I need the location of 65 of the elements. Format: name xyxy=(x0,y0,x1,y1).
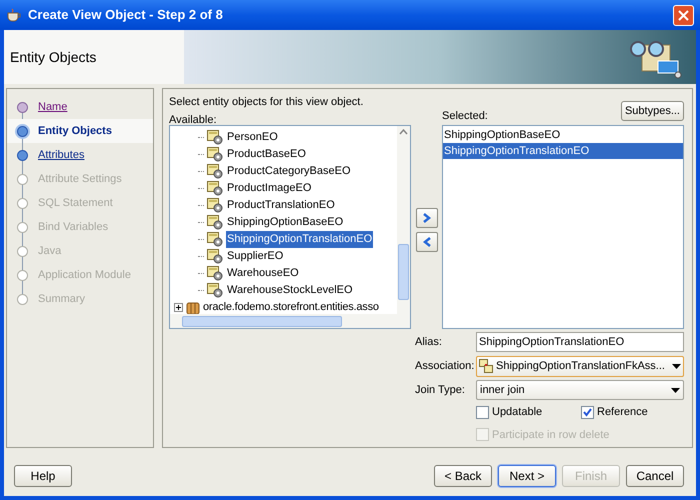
join-type-dropdown[interactable]: inner join xyxy=(476,380,684,400)
entity-gear-icon xyxy=(207,147,223,162)
tree-item[interactable]: ProductTranslationEO xyxy=(226,197,336,214)
instructions-text: Select entity objects for this view object. xyxy=(169,95,364,109)
expand-icon[interactable] xyxy=(174,303,183,312)
entity-gear-icon xyxy=(207,266,223,281)
entity-gear-icon xyxy=(207,164,223,179)
entity-gear-icon xyxy=(207,232,223,247)
move-right-button[interactable] xyxy=(416,208,438,228)
association-icon xyxy=(479,359,494,373)
step-link[interactable]: Attributes xyxy=(38,146,84,164)
tree-item[interactable]: WarehouseEO xyxy=(226,265,300,282)
entity-gear-icon xyxy=(207,215,223,230)
move-left-button[interactable] xyxy=(416,232,438,252)
dialog-button[interactable]: < Back xyxy=(434,465,492,487)
list-item[interactable]: ShippingOptionBaseEO xyxy=(443,127,683,143)
entity-gear-icon xyxy=(207,181,223,196)
available-label: Available: xyxy=(169,113,218,125)
tree-item[interactable]: ProductBaseEO xyxy=(226,146,307,163)
alias-label: Alias: xyxy=(415,334,443,350)
dropdown-value: inner join xyxy=(480,382,526,398)
entity-gear-icon xyxy=(207,130,223,145)
chevron-left-icon xyxy=(422,237,432,247)
selected-list[interactable]: ShippingOptionBaseEO ShippingOptionTranslationEO xyxy=(442,125,684,329)
alias-field[interactable]: ShippingOptionTranslationEO xyxy=(476,332,684,352)
chevron-right-icon xyxy=(422,213,432,223)
tree-item[interactable]: ShippingOptionBaseEO xyxy=(226,214,344,231)
dialog-button[interactable]: Help xyxy=(14,465,72,487)
association-dropdown[interactable]: ShippingOptionTranslationFkAss... xyxy=(476,356,684,376)
vertical-scrollbar[interactable] xyxy=(397,126,410,314)
package-icon xyxy=(186,300,200,314)
tree-item[interactable]: SupplierEO xyxy=(226,248,284,265)
dropdown-arrow-icon xyxy=(672,364,681,368)
entity-gear-icon xyxy=(207,249,223,264)
dialog-button[interactable]: Next > xyxy=(498,465,556,487)
entity-gear-icon xyxy=(207,198,223,213)
close-button[interactable] xyxy=(673,4,694,26)
available-tree[interactable] xyxy=(169,125,411,329)
checkbox-label: Participate in row delete xyxy=(492,428,610,442)
tree-item[interactable]: oracle.fodemo.storefront.entities.asso xyxy=(203,299,379,314)
list-item[interactable]: ShippingOptionTranslationEO xyxy=(443,143,683,159)
tree-item[interactable]: WarehouseStockLevelEO xyxy=(226,282,354,299)
coffee-cup-icon xyxy=(6,8,22,22)
scroll-up-icon[interactable] xyxy=(399,129,408,135)
step-link[interactable]: Name xyxy=(38,98,68,116)
checkbox[interactable] xyxy=(581,406,594,419)
selected-label: Selected: xyxy=(442,108,488,124)
dialog-button[interactable]: Cancel xyxy=(626,465,684,487)
page-heading: Entity Objects xyxy=(10,48,96,67)
join-type-label: Join Type: xyxy=(415,382,466,398)
checkbox-label: Reference xyxy=(597,405,648,420)
tree-item[interactable]: ShippingOptionTranslationEO xyxy=(226,231,374,248)
close-icon xyxy=(678,10,689,20)
tree-item[interactable]: PersonEO xyxy=(226,129,279,146)
tree-item[interactable]: ProductCategoryBaseEO xyxy=(226,163,352,180)
checkbox-label: Updatable xyxy=(492,405,542,420)
subtypes-button[interactable]: Subtypes... xyxy=(620,101,684,121)
window-title: Create View Object - Step 2 of 8 xyxy=(28,6,224,24)
dropdown-value: ShippingOptionTranslationFkAss... xyxy=(496,358,666,374)
checkbox[interactable] xyxy=(476,406,489,419)
dropdown-arrow-icon xyxy=(671,388,680,392)
horizontal-scrollbar[interactable] xyxy=(170,314,410,328)
association-label: Association: xyxy=(415,358,476,374)
entity-gear-icon xyxy=(207,283,223,298)
tree-item[interactable]: ProductImageEO xyxy=(226,180,312,197)
